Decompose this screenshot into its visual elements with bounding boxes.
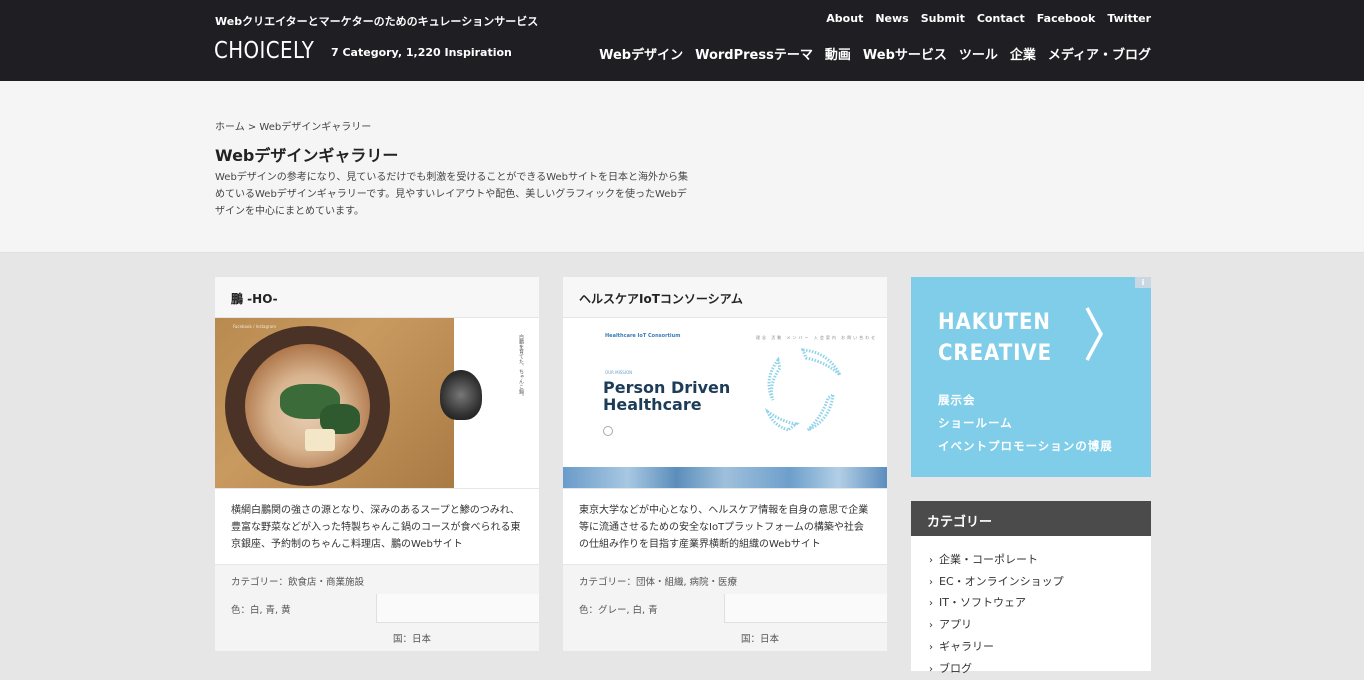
category-label: ブログ [939, 661, 972, 675]
card-colors[interactable]: 色：グレー, 白, 青 [563, 594, 725, 623]
card-title[interactable]: ヘルスケアIoTコンソーシアム [563, 277, 887, 318]
top-links: About News Submit Contact Facebook Twitt… [826, 12, 1151, 25]
thumbnail-small-text: OUR MISSION [605, 370, 633, 375]
chevron-right-icon: › [929, 576, 933, 588]
page-description: Webデザインの参考になり、見ているだけでも刺激を受けることができるWebサイト… [215, 172, 689, 217]
breadcrumb[interactable]: ホーム > Webデザインギャラリー [215, 118, 371, 133]
ad-lines: 展示会 ショールーム イベントプロモーションの博展 [938, 389, 1113, 458]
ad-info-icon[interactable]: i [1135, 277, 1151, 288]
card-country-row: 国：日本 [215, 623, 539, 651]
hotpot-image [225, 326, 390, 486]
category-item[interactable]: › IT・ソフトウェア [929, 593, 1133, 615]
toplink-facebook[interactable]: Facebook [1037, 12, 1096, 25]
card-description: 東京大学などが中心となり、ヘルスケア情報を自身の意思で企業等に流通させるための安… [579, 505, 869, 550]
ad-line: 展示会 [938, 393, 976, 407]
toplink-news[interactable]: News [875, 12, 908, 25]
chevron-right-icon: › [929, 663, 933, 675]
category-item[interactable]: › 企業・コーポレート [929, 550, 1133, 572]
gallery-card[interactable]: ヘルスケアIoTコンソーシアム Healthcare IoT Consortiu… [563, 277, 887, 651]
category-item[interactable]: › EC・オンラインショップ [929, 572, 1133, 594]
thumbnail-photo: Facebook / Instagram [215, 318, 454, 488]
chevron-right-icon: › [929, 555, 933, 566]
card-title[interactable]: 鵬 -HO- [215, 277, 539, 318]
thumbnail-site: Healthcare IoT Consortium 理念 活動 メンバー 入会案… [563, 318, 887, 488]
chevron-right-icon: › [929, 598, 933, 610]
category-label: 企業・コーポレート [939, 553, 1038, 566]
site-logo[interactable]: CHOICELY [214, 38, 314, 64]
card-color-row: 色：白, 青, 黄 [215, 594, 539, 623]
thumbnail-logo: Healthcare IoT Consortium [605, 333, 681, 339]
site-stats: 7 Category, 1,220 Inspiration [331, 46, 512, 59]
nav-company[interactable]: 企業 [1010, 44, 1036, 63]
card-country[interactable]: 国：日本 [377, 623, 539, 651]
card-description: 横綱白鵬関の強さの源となり、深みのあるスープと鯵のつみれ、豊富な野菜などが入った… [231, 505, 521, 550]
card-category[interactable]: カテゴリー：飲食店・商業施設 [215, 564, 539, 594]
category-label: EC・オンラインショップ [939, 574, 1064, 588]
card-country[interactable]: 国：日本 [725, 623, 887, 651]
site-tagline: Webクリエイターとマーケターのためのキュレーションサービス [215, 15, 539, 28]
toplink-contact[interactable]: Contact [977, 12, 1025, 25]
intro-section: ホーム > Webデザインギャラリー Webデザインギャラリー Webデザインの… [0, 81, 1364, 253]
nav-web-service[interactable]: Webサービス [863, 44, 947, 63]
chevron-right-icon [1085, 307, 1103, 361]
chevron-right-icon: › [929, 620, 933, 632]
category-label: アプリ [939, 618, 972, 632]
thumbnail-vertical-text: 白鵬を育てた、ちゃんこ鍋。 [518, 334, 524, 399]
category-heading: カテゴリー [911, 501, 1151, 536]
ad-title: HAKUTEN CREATIVE [938, 310, 1053, 366]
category-label: ギャラリー [939, 639, 994, 653]
card-country-row: 国：日本 [563, 623, 887, 651]
category-item[interactable]: › ブログ [929, 659, 1133, 680]
site-header: Webクリエイターとマーケターのためのキュレーションサービス CHOICELY … [0, 0, 1364, 81]
page-title: Webデザインギャラリー [215, 146, 399, 165]
category-item[interactable]: › アプリ [929, 615, 1133, 637]
city-skyline-image [563, 467, 887, 488]
card-thumbnail[interactable]: Facebook / Instagram 白鵬を育てた、ちゃんこ鍋。 [215, 318, 539, 489]
ad-line: イベントプロモーションの博展 [938, 439, 1113, 453]
category-item[interactable]: › ギャラリー [929, 637, 1133, 659]
card-color-row: 色：グレー, 白, 青 [563, 594, 887, 623]
main-nav: Webデザイン WordPressテーマ 動画 Webサービス ツール 企業 メ… [599, 44, 1151, 63]
card-colors[interactable]: 色：白, 青, 黄 [215, 594, 377, 623]
scroll-down-icon [603, 426, 613, 436]
card-category[interactable]: カテゴリー：団体・組織, 病院・医療 [563, 564, 887, 594]
nav-web-design[interactable]: Webデザイン [599, 44, 683, 63]
nav-video[interactable]: 動画 [825, 44, 851, 63]
category-label: IT・ソフトウェア [939, 596, 1026, 610]
sidebar-ad-banner[interactable]: i HAKUTEN CREATIVE 展示会 ショールーム イベントプロモーショ… [911, 277, 1151, 477]
thumbnail-headline: Person Driven Healthcare [603, 378, 731, 414]
toplink-about[interactable]: About [826, 12, 863, 25]
nav-tools[interactable]: ツール [959, 44, 998, 63]
category-list: › 企業・コーポレート › EC・オンラインショップ › IT・ソフトウェア › アプリ… [911, 536, 1151, 680]
card-thumbnail[interactable]: Healthcare IoT Consortium 理念 活動 メンバー 入会案… [563, 318, 887, 489]
nav-media-blog[interactable]: メディア・ブログ [1048, 44, 1151, 63]
nav-wordpress-theme[interactable]: WordPressテーマ [695, 44, 813, 63]
swirl-graphic-icon [764, 348, 842, 432]
toplink-submit[interactable]: Submit [921, 12, 965, 25]
octopus-logo-icon [440, 370, 482, 420]
ad-line: ショールーム [938, 416, 1013, 430]
toplink-twitter[interactable]: Twitter [1107, 12, 1151, 25]
gallery-card[interactable]: 鵬 -HO- Facebook / Instagram 白鵬を育てた、ちゃんこ鍋… [215, 277, 539, 651]
chevron-right-icon: › [929, 641, 933, 653]
category-widget: カテゴリー › 企業・コーポレート › EC・オンラインショップ › IT・ソフトウェ… [911, 501, 1151, 675]
thumbnail-small-text: Facebook / Instagram [233, 324, 277, 329]
